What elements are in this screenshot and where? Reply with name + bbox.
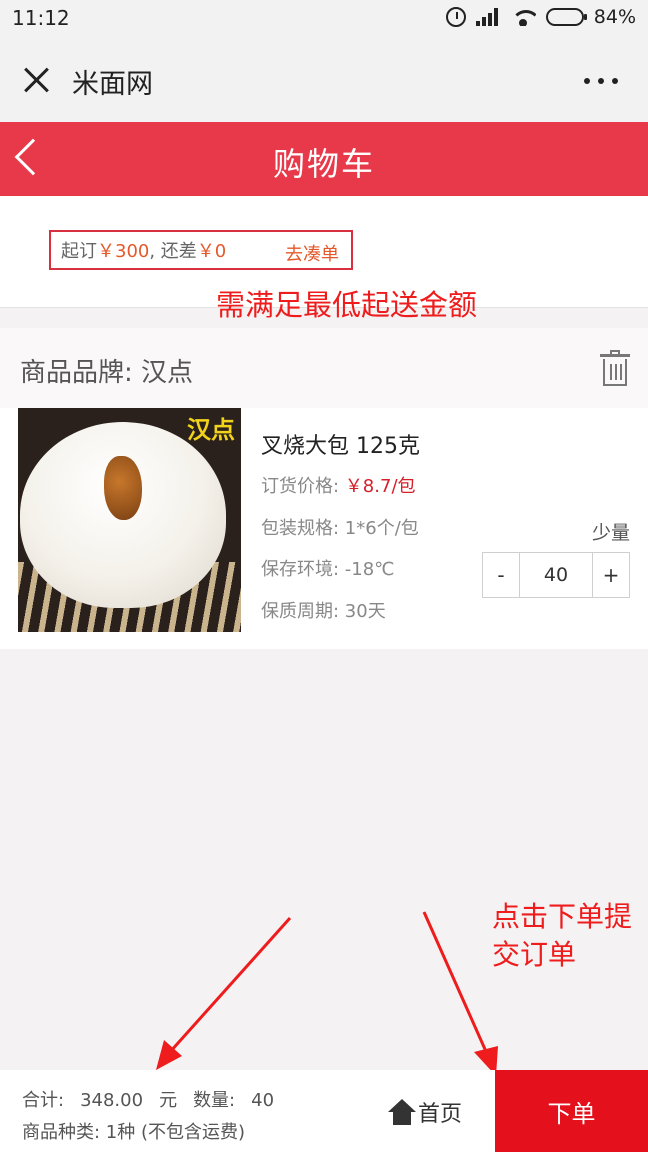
home-icon: [388, 1099, 416, 1125]
arrow-to-order: [422, 911, 498, 1076]
signal-icon: [475, 8, 500, 26]
min-order-box: 起订 ￥300 , 还差 ￥0 去凑单: [49, 230, 353, 270]
place-order-button[interactable]: 下单: [495, 1070, 648, 1152]
status-time: 11:12: [12, 6, 70, 30]
brand-label: 商品品牌: 汉点: [20, 358, 194, 388]
status-icons: 84%: [445, 6, 636, 28]
home-button[interactable]: 首页: [388, 1096, 462, 1128]
app-title: 米面网: [72, 69, 153, 100]
quantity-stepper: - 40 +: [482, 552, 630, 598]
product-price-label: 订货价格:: [261, 476, 340, 497]
app-bar: 米面网: [0, 38, 648, 122]
home-label: 首页: [418, 1102, 463, 1127]
min-order-section: 起订 ￥300 , 还差 ￥0 去凑单 需满足最低起送金额: [0, 196, 648, 322]
product-image-tag: 汉点: [187, 416, 235, 444]
brand-bar: 商品品牌: 汉点: [0, 328, 648, 408]
total-value: 348.00: [80, 1090, 144, 1111]
close-icon[interactable]: [22, 66, 50, 94]
wifi-icon: [510, 8, 536, 26]
page-header: 购物车: [0, 122, 648, 196]
product-name: 叉烧大包 125克: [261, 434, 420, 459]
count-value: 40: [251, 1090, 275, 1111]
total-unit: 元: [159, 1090, 178, 1111]
product-shelf-life: 保质周期: 30天: [261, 601, 386, 622]
quantity-input[interactable]: 40: [519, 553, 593, 597]
status-bar: 11:12 84%: [0, 0, 648, 38]
increase-button[interactable]: +: [593, 553, 629, 597]
add-more-link[interactable]: 去凑单: [285, 240, 339, 266]
page-title: 购物车: [272, 145, 375, 183]
total-label: 合计:: [22, 1090, 65, 1111]
trash-icon[interactable]: [600, 350, 630, 386]
min-order-prefix: 起订: [61, 241, 97, 262]
product-spec: 包装规格: 1*6个/包: [261, 518, 419, 539]
product-price-line: 订货价格: ￥8.7/包: [261, 472, 416, 498]
min-order-remaining: ￥0: [196, 241, 227, 262]
bottom-bar: 合计: 348.00 元数量: 40 商品种类: 1种 (不包含运费) 首页 下单: [0, 1070, 648, 1152]
arrow-to-total: [156, 916, 292, 1070]
more-icon[interactable]: [584, 78, 618, 84]
alarm-icon: [445, 7, 466, 27]
submit-annotation: 点击下单提交订单: [492, 900, 633, 971]
min-order-middle: , 还差: [149, 241, 197, 262]
product-storage: 保存环境: -18℃: [261, 559, 395, 580]
count-label: 数量:: [193, 1090, 236, 1111]
decrease-button[interactable]: -: [483, 553, 519, 597]
cart-item: 汉点 叉烧大包 125克 订货价格: ￥8.7/包 包装规格: 1*6个/包 保…: [0, 408, 648, 649]
totals-line: 合计: 348.00 元数量: 40: [22, 1086, 290, 1112]
min-order-amount: ￥300: [97, 241, 150, 262]
small-quantity-label: 少量: [591, 522, 630, 544]
product-price: ￥8.7/包: [344, 476, 416, 497]
battery-icon: [545, 8, 587, 26]
product-image[interactable]: 汉点: [18, 408, 241, 632]
product-kinds: 商品种类: 1种 (不包含运费): [22, 1122, 246, 1143]
battery-percent: 84%: [593, 6, 636, 28]
min-order-annotation: 需满足最低起送金额: [216, 288, 478, 322]
